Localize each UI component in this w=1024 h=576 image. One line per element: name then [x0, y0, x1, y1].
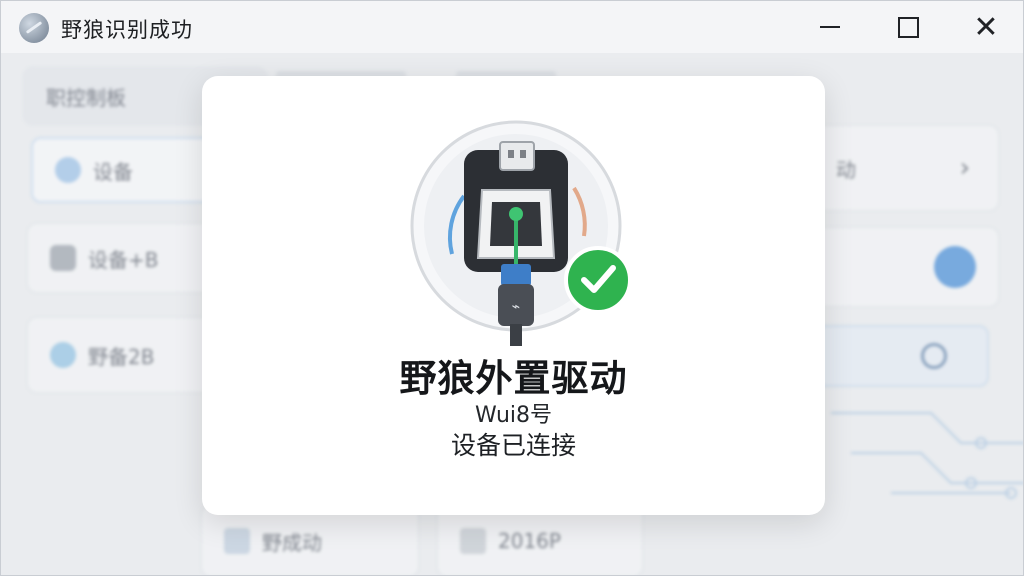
app-logo-icon	[19, 13, 49, 43]
dialog-status: 设备已连接	[450, 431, 576, 460]
usb-device-connected-icon: ⌁	[410, 120, 632, 346]
title-bar: 野狼识别成功 ✕	[1, 1, 1023, 53]
connection-dialog: ⌁ 野狼外置驱动 Wui8号 设备已连接	[202, 76, 825, 515]
check-circle-icon	[564, 246, 632, 314]
window-title: 野狼识别成功	[61, 18, 193, 42]
dialog-subtitle: Wui8号	[474, 403, 553, 428]
app-window: 野狼识别成功 ✕ 职控制板 设备 设备+B 野备2B 动 › 野成动 2016P…	[0, 0, 1024, 576]
minimize-button[interactable]	[791, 1, 869, 53]
svg-text:⌁: ⌁	[512, 299, 520, 315]
close-button[interactable]: ✕	[947, 1, 1023, 53]
maximize-button[interactable]	[869, 1, 947, 53]
dialog-title: 野狼外置驱动	[399, 357, 628, 400]
